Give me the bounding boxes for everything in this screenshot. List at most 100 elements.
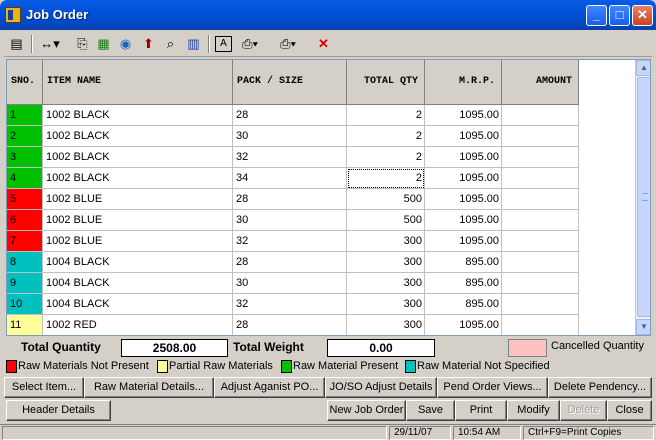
cell-item-name[interactable]: 1004 BLACK bbox=[43, 252, 233, 273]
cell-total-qty[interactable]: 300 bbox=[347, 231, 425, 252]
cell-mrp[interactable]: 1095.00 bbox=[425, 126, 502, 147]
table-row[interactable]: 3 1002 BLACK 32 2 1095.00 bbox=[7, 147, 579, 168]
printer-icon[interactable]: ⎙▾ bbox=[275, 36, 301, 52]
raw-material-details-button[interactable]: Raw Material Details... bbox=[84, 377, 214, 398]
cell-amount[interactable] bbox=[502, 189, 579, 210]
table-row[interactable]: 11 1002 RED 28 300 1095.00 bbox=[7, 315, 579, 335]
font-icon[interactable]: A bbox=[215, 36, 232, 52]
cell-sno[interactable]: 6 bbox=[7, 210, 43, 231]
cell-sno[interactable]: 9 bbox=[7, 273, 43, 294]
table-row[interactable]: 7 1002 BLUE 32 300 1095.00 bbox=[7, 231, 579, 252]
cell-sno[interactable]: 11 bbox=[7, 315, 43, 335]
chart-icon[interactable]: ▥ bbox=[185, 36, 202, 52]
cell-item-name[interactable]: 1002 RED bbox=[43, 315, 233, 335]
table-row[interactable]: 8 1004 BLACK 28 300 895.00 bbox=[7, 252, 579, 273]
delete-button[interactable]: Delete bbox=[560, 400, 607, 421]
cell-item-name[interactable]: 1004 BLACK bbox=[43, 294, 233, 315]
cell-item-name[interactable]: 1002 BLUE bbox=[43, 231, 233, 252]
maximize-button[interactable]: □ bbox=[609, 5, 630, 26]
cell-sno[interactable]: 1 bbox=[7, 105, 43, 126]
cell-amount[interactable] bbox=[502, 294, 579, 315]
cell-amount[interactable] bbox=[502, 252, 579, 273]
cell-amount[interactable] bbox=[502, 210, 579, 231]
table-row[interactable]: 9 1004 BLACK 30 300 895.00 bbox=[7, 273, 579, 294]
column-header-sno[interactable]: SNO. bbox=[7, 60, 43, 105]
column-header-mrp[interactable]: M.R.P. bbox=[425, 60, 502, 105]
cell-amount[interactable] bbox=[502, 273, 579, 294]
arrow-up-icon[interactable]: ⬆ bbox=[140, 36, 157, 52]
close-button[interactable]: Close bbox=[607, 400, 652, 421]
resize-columns-icon[interactable]: ↔▾ bbox=[37, 36, 63, 52]
table-row[interactable]: 5 1002 BLUE 28 500 1095.00 bbox=[7, 189, 579, 210]
cell-item-name[interactable]: 1002 BLACK bbox=[43, 105, 233, 126]
cell-pack-size[interactable]: 28 bbox=[233, 315, 347, 335]
print-preview-icon[interactable]: ⎙▾ bbox=[237, 36, 263, 52]
cell-total-qty[interactable]: 2 bbox=[347, 147, 425, 168]
delete-x-icon[interactable]: ✕ bbox=[315, 36, 332, 52]
table-row[interactable]: 2 1002 BLACK 30 2 1095.00 bbox=[7, 126, 579, 147]
cell-pack-size[interactable]: 30 bbox=[233, 126, 347, 147]
cell-item-name[interactable]: 1002 BLACK bbox=[43, 147, 233, 168]
column-header-pack-size[interactable]: PACK / SIZE bbox=[233, 60, 347, 105]
cell-total-qty[interactable]: 300 bbox=[347, 315, 425, 335]
column-header-item-name[interactable]: ITEM NAME bbox=[43, 60, 233, 105]
delete-pendency-button[interactable]: Delete Pendency... bbox=[548, 377, 652, 398]
cell-pack-size[interactable]: 30 bbox=[233, 210, 347, 231]
jo-so-adjust-details-button[interactable]: JO/SO Adjust Details bbox=[325, 377, 437, 398]
cell-total-qty[interactable]: 2 bbox=[347, 105, 425, 126]
cell-mrp[interactable]: 1095.00 bbox=[425, 147, 502, 168]
table-row[interactable]: 10 1004 BLACK 32 300 895.00 bbox=[7, 294, 579, 315]
cell-total-qty[interactable]: 500 bbox=[347, 189, 425, 210]
new-job-order-button[interactable]: New Job Order bbox=[327, 400, 406, 421]
cell-pack-size[interactable]: 32 bbox=[233, 294, 347, 315]
minimize-button[interactable]: _ bbox=[586, 5, 607, 26]
binoculars-icon[interactable]: ⌕ bbox=[162, 36, 179, 52]
pend-order-views-button[interactable]: Pend Order Views... bbox=[437, 377, 548, 398]
cell-total-qty[interactable]: 2 bbox=[347, 168, 425, 189]
cell-mrp[interactable]: 895.00 bbox=[425, 294, 502, 315]
excel-icon[interactable]: ▦ bbox=[95, 36, 112, 52]
column-header-amount[interactable]: AMOUNT bbox=[502, 60, 579, 105]
cell-item-name[interactable]: 1002 BLUE bbox=[43, 210, 233, 231]
modify-button[interactable]: Modify bbox=[507, 400, 560, 421]
cell-mrp[interactable]: 1095.00 bbox=[425, 231, 502, 252]
save-button[interactable]: Save bbox=[406, 400, 455, 421]
cell-pack-size[interactable]: 28 bbox=[233, 252, 347, 273]
cell-amount[interactable] bbox=[502, 231, 579, 252]
cell-total-qty[interactable]: 300 bbox=[347, 252, 425, 273]
cell-pack-size[interactable]: 28 bbox=[233, 105, 347, 126]
cell-sno[interactable]: 7 bbox=[7, 231, 43, 252]
cell-total-qty[interactable]: 500 bbox=[347, 210, 425, 231]
cell-mrp[interactable]: 1095.00 bbox=[425, 315, 502, 335]
cell-item-name[interactable]: 1004 BLACK bbox=[43, 273, 233, 294]
cell-amount[interactable] bbox=[502, 105, 579, 126]
cell-item-name[interactable]: 1002 BLACK bbox=[43, 168, 233, 189]
cell-pack-size[interactable]: 32 bbox=[233, 231, 347, 252]
cell-mrp[interactable]: 895.00 bbox=[425, 273, 502, 294]
column-header-total-qty[interactable]: TOTAL QTY bbox=[347, 60, 425, 105]
scroll-up-icon[interactable]: ▲ bbox=[636, 60, 650, 76]
print-button[interactable]: Print bbox=[455, 400, 507, 421]
table-row[interactable]: 1 1002 BLACK 28 2 1095.00 bbox=[7, 105, 579, 126]
copy-icon[interactable]: ⎘ bbox=[74, 36, 91, 52]
cell-amount[interactable] bbox=[502, 315, 579, 335]
table-row[interactable]: 6 1002 BLUE 30 500 1095.00 bbox=[7, 210, 579, 231]
job-order-grid[interactable]: SNO. ITEM NAME PACK / SIZE TOTAL QTY M.R… bbox=[6, 59, 651, 336]
cell-item-name[interactable]: 1002 BLUE bbox=[43, 189, 233, 210]
cell-mrp[interactable]: 1095.00 bbox=[425, 168, 502, 189]
cell-pack-size[interactable]: 32 bbox=[233, 147, 347, 168]
cell-sno[interactable]: 5 bbox=[7, 189, 43, 210]
cell-amount[interactable] bbox=[502, 168, 579, 189]
adjust-against-po-button[interactable]: Adjust Aganist PO... bbox=[214, 377, 325, 398]
cell-pack-size[interactable]: 30 bbox=[233, 273, 347, 294]
cell-pack-size[interactable]: 28 bbox=[233, 189, 347, 210]
cell-total-qty[interactable]: 300 bbox=[347, 294, 425, 315]
cell-sno[interactable]: 8 bbox=[7, 252, 43, 273]
cell-pack-size[interactable]: 34 bbox=[233, 168, 347, 189]
cell-mrp[interactable]: 1095.00 bbox=[425, 105, 502, 126]
cell-total-qty[interactable]: 300 bbox=[347, 273, 425, 294]
cell-item-name[interactable]: 1002 BLACK bbox=[43, 126, 233, 147]
scroll-thumb[interactable] bbox=[637, 77, 650, 317]
select-item-button[interactable]: Select Item... bbox=[4, 377, 84, 398]
cell-sno[interactable]: 10 bbox=[7, 294, 43, 315]
